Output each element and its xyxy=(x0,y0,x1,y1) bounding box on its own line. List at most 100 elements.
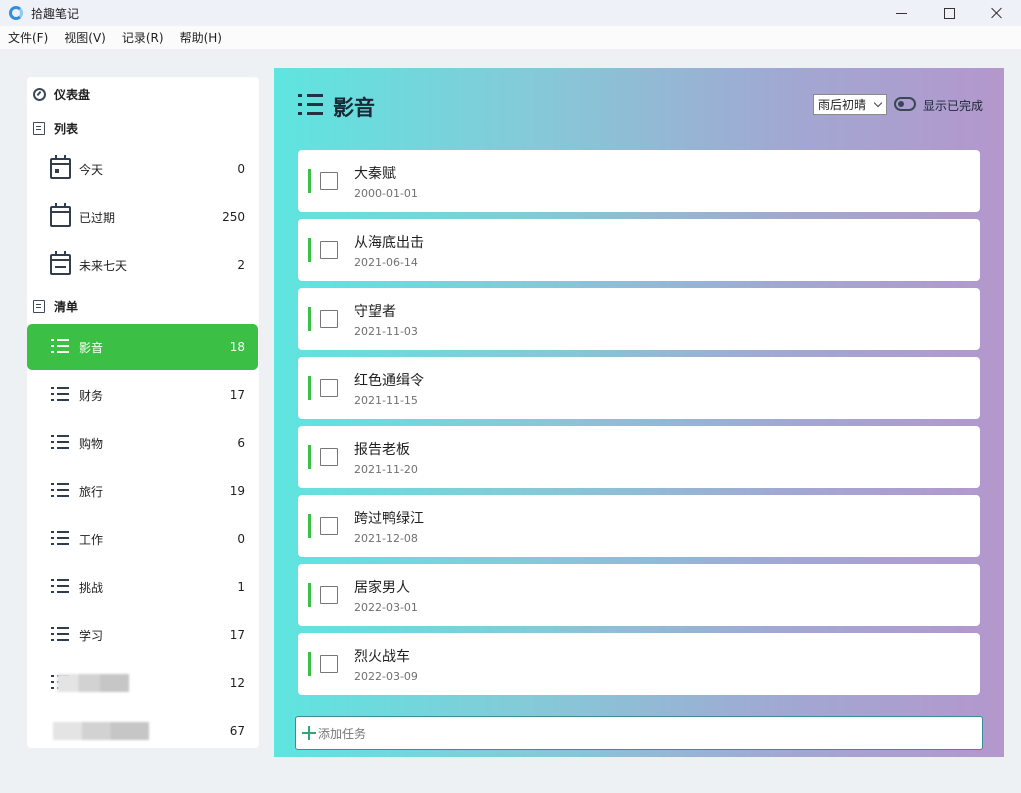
maximize-button[interactable] xyxy=(925,0,973,26)
task-date: 2021-11-15 xyxy=(354,394,418,407)
sidebar-item-next-seven-days[interactable]: 未来七天 2 xyxy=(27,242,258,288)
weather-selected-value: 雨后初晴 xyxy=(818,98,867,112)
sidebar-item-redacted-2[interactable]: 67 xyxy=(27,708,258,754)
task-title: 报告老板 xyxy=(354,442,410,458)
close-icon xyxy=(991,7,1003,19)
sidebar-item-count: 1 xyxy=(237,580,245,594)
priority-bar xyxy=(308,652,311,676)
redacted-label-blur xyxy=(57,674,129,692)
task-card[interactable]: 红色通缉令 2021-11-15 xyxy=(298,357,980,419)
main-panel: 影音 雨后初晴 显示已完成 大秦赋 2000-01-01 从海底出击 2021-… xyxy=(274,68,1004,757)
sidebar-item-media[interactable]: 影音 18 xyxy=(27,324,258,370)
sidebar-item-label: 旅行 xyxy=(79,484,104,499)
sidebar-item-count: 17 xyxy=(229,628,245,642)
sidebar-item-overdue[interactable]: 已过期 250 xyxy=(27,194,258,240)
sidebar-item-label: 挑战 xyxy=(79,580,104,595)
maximize-icon xyxy=(943,7,955,19)
close-button[interactable] xyxy=(973,0,1021,26)
sidebar-item-count: 6 xyxy=(237,436,245,450)
sidebar-item-finance[interactable]: 财务 17 xyxy=(27,372,258,418)
list-icon xyxy=(298,93,324,117)
sidebar-item-count: 17 xyxy=(229,388,245,402)
app-logo-icon xyxy=(9,6,23,20)
list-icon xyxy=(50,336,71,357)
sidebar-item-label: 财务 xyxy=(79,388,104,403)
sidebar-item-label: 工作 xyxy=(79,532,104,547)
task-checkbox[interactable] xyxy=(320,586,338,604)
add-task-box xyxy=(295,716,983,750)
task-card[interactable]: 从海底出击 2021-06-14 xyxy=(298,219,980,281)
section-label-lists: 列表 xyxy=(54,121,79,136)
menu-help[interactable]: 帮助(H) xyxy=(180,29,222,46)
title-bar: 拾趣笔记 xyxy=(0,0,1021,26)
task-title: 红色通缉令 xyxy=(354,373,424,389)
sidebar-item-redacted-1[interactable]: 12 xyxy=(27,660,258,706)
add-task-input[interactable] xyxy=(318,724,958,744)
sidebar-section-lists: 列表 xyxy=(33,117,78,139)
sidebar-item-label: 已过期 xyxy=(79,210,116,225)
calendar-icon xyxy=(50,203,71,227)
task-title: 跨过鸭绿江 xyxy=(354,511,424,527)
sidebar-item-study[interactable]: 学习 17 xyxy=(27,612,258,658)
priority-bar xyxy=(308,376,311,400)
sidebar-item-count: 250 xyxy=(222,210,245,224)
task-checkbox[interactable] xyxy=(320,448,338,466)
show-completed-toggle[interactable] xyxy=(894,97,916,111)
section-label-checklists: 清单 xyxy=(54,299,79,314)
priority-bar xyxy=(308,169,311,193)
sidebar-item-shopping[interactable]: 购物 6 xyxy=(27,420,258,466)
task-date: 2021-06-14 xyxy=(354,256,418,269)
sidebar: 仪表盘 列表 今天 0 已过期 250 未来七天 2 清单 影音 18 财务 1… xyxy=(27,77,259,748)
sidebar-item-work[interactable]: 工作 0 xyxy=(27,516,258,562)
sidebar-item-today[interactable]: 今天 0 xyxy=(27,146,258,192)
menu-view[interactable]: 视图(V) xyxy=(64,29,106,46)
task-card[interactable]: 跨过鸭绿江 2021-12-08 xyxy=(298,495,980,557)
task-card[interactable]: 烈火战车 2022-03-09 xyxy=(298,633,980,695)
sidebar-item-count: 18 xyxy=(229,340,245,354)
task-checkbox[interactable] xyxy=(320,517,338,535)
task-checkbox[interactable] xyxy=(320,655,338,673)
dashboard-icon xyxy=(33,87,46,101)
sidebar-item-count: 19 xyxy=(229,484,245,498)
task-date: 2021-11-20 xyxy=(354,463,418,476)
sidebar-item-travel[interactable]: 旅行 19 xyxy=(27,468,258,514)
sidebar-dashboard[interactable]: 仪表盘 xyxy=(33,83,90,105)
task-date: 2021-12-08 xyxy=(354,532,418,545)
sidebar-item-challenge[interactable]: 挑战 1 xyxy=(27,564,258,610)
sidebar-item-count: 0 xyxy=(237,532,245,546)
task-title: 烈火战车 xyxy=(354,649,410,665)
task-date: 2022-03-09 xyxy=(354,670,418,683)
plus-icon[interactable] xyxy=(302,726,316,740)
task-checkbox[interactable] xyxy=(320,379,338,397)
task-checkbox[interactable] xyxy=(320,172,338,190)
window-title: 拾趣笔记 xyxy=(31,6,80,21)
task-card[interactable]: 大秦赋 2000-01-01 xyxy=(298,150,980,212)
weather-dropdown[interactable]: 雨后初晴 xyxy=(813,94,887,115)
sidebar-item-label: 今天 xyxy=(79,162,104,177)
menu-record[interactable]: 记录(R) xyxy=(122,29,164,46)
calendar-week-icon xyxy=(50,251,71,275)
task-date: 2000-01-01 xyxy=(354,187,418,200)
list-icon xyxy=(50,432,71,453)
sidebar-item-count: 0 xyxy=(237,162,245,176)
task-card[interactable]: 报告老板 2021-11-20 xyxy=(298,426,980,488)
sidebar-item-count: 2 xyxy=(237,258,245,272)
redacted-label-blur xyxy=(53,722,149,740)
task-card[interactable]: 守望者 2021-11-03 xyxy=(298,288,980,350)
list-icon xyxy=(50,480,71,501)
task-checkbox[interactable] xyxy=(320,310,338,328)
minimize-button[interactable] xyxy=(877,0,925,26)
list-icon xyxy=(50,624,71,645)
calendar-today-icon xyxy=(50,155,71,179)
minimize-icon xyxy=(895,12,907,14)
menu-file[interactable]: 文件(F) xyxy=(8,29,48,46)
dashboard-label: 仪表盘 xyxy=(54,87,91,102)
task-date: 2022-03-01 xyxy=(354,601,418,614)
priority-bar xyxy=(308,514,311,538)
task-checkbox[interactable] xyxy=(320,241,338,259)
list-icon xyxy=(50,528,71,549)
task-title: 大秦赋 xyxy=(354,166,396,182)
priority-bar xyxy=(308,445,311,469)
task-card[interactable]: 居家男人 2022-03-01 xyxy=(298,564,980,626)
sidebar-item-label: 购物 xyxy=(79,436,104,451)
